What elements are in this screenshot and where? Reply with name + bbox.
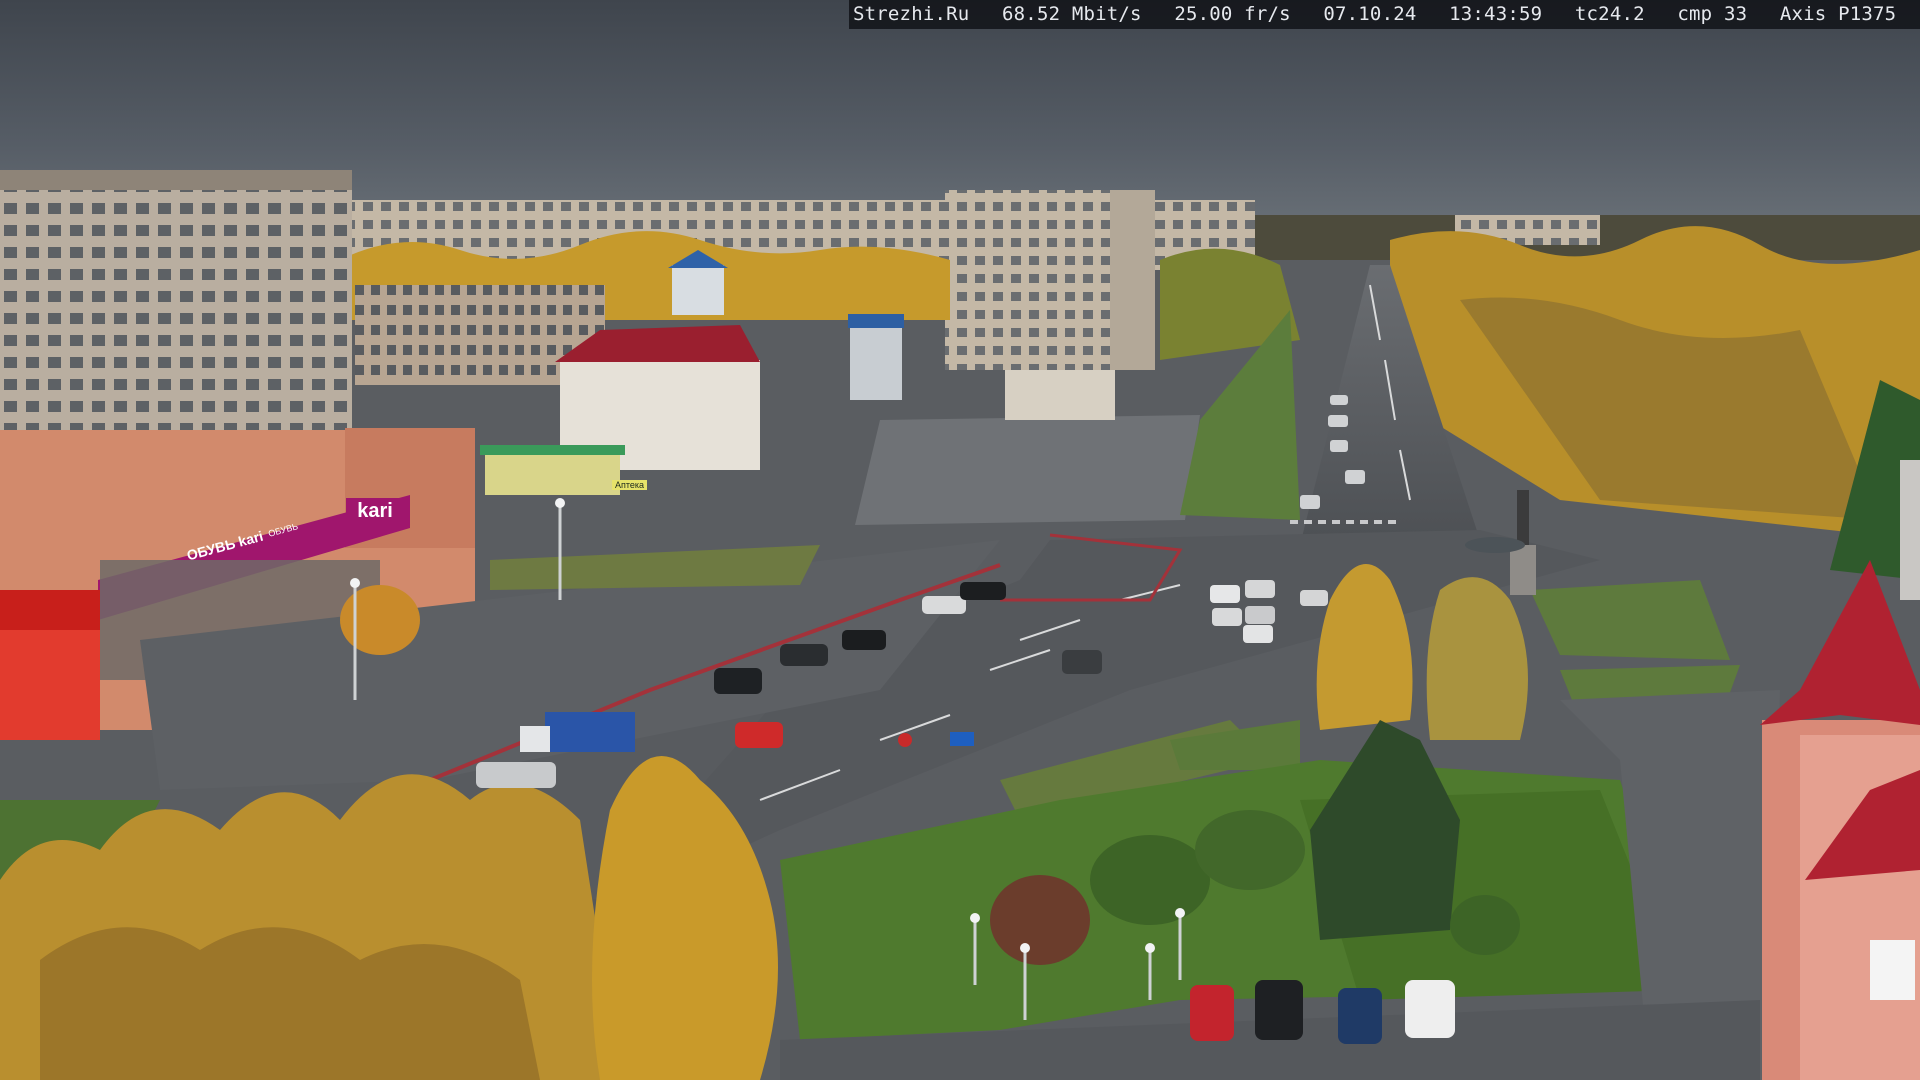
pharmacy-roof	[480, 445, 625, 455]
monument-figure	[1517, 490, 1529, 545]
central-tower-core	[1110, 190, 1155, 370]
round-sign	[898, 733, 912, 747]
pharmacy-sign: Аптека	[612, 480, 648, 490]
osd-site: Strezhi.Ru	[853, 3, 970, 25]
monument-canopy	[1465, 537, 1525, 553]
osd-camera-model: Axis P1375	[1779, 3, 1897, 25]
blue-roof-block	[850, 320, 902, 400]
low-building	[1005, 370, 1115, 420]
right-tower-window	[1870, 940, 1915, 1000]
webcam-scene	[0, 0, 1920, 1080]
pharmacy-kiosk	[485, 450, 620, 495]
bush-1	[1090, 835, 1210, 925]
osd-date: 07.10.24	[1323, 3, 1417, 25]
bush-5	[340, 585, 420, 655]
blue-tower	[672, 265, 724, 315]
osd-tc: tc24.2	[1574, 3, 1645, 25]
osd-cmp: cmp 33	[1677, 3, 1748, 25]
blue-road-sign	[950, 732, 974, 746]
store-red-band	[0, 590, 100, 630]
osd-bitrate: 68.52 Mbit/s	[1002, 3, 1142, 25]
right-edge-pillar	[1900, 460, 1920, 600]
left-apartment-roof	[0, 170, 352, 190]
lawn-park-right	[1530, 580, 1730, 660]
bush-4	[1450, 895, 1520, 955]
osd-framerate: 25.00 fr/s	[1174, 3, 1291, 25]
central-plaza	[855, 415, 1200, 525]
kari-logo-sign: kari	[346, 498, 404, 524]
bush-2	[1195, 810, 1305, 890]
camera-osd-bar: Strezhi.Ru 68.52 Mbit/s 25.00 fr/s 07.10…	[849, 0, 1920, 29]
blue-roof-cap	[848, 314, 904, 328]
osd-time: 13:43:59	[1449, 3, 1543, 25]
bush-3	[990, 875, 1090, 965]
monument-pedestal	[1510, 545, 1536, 595]
